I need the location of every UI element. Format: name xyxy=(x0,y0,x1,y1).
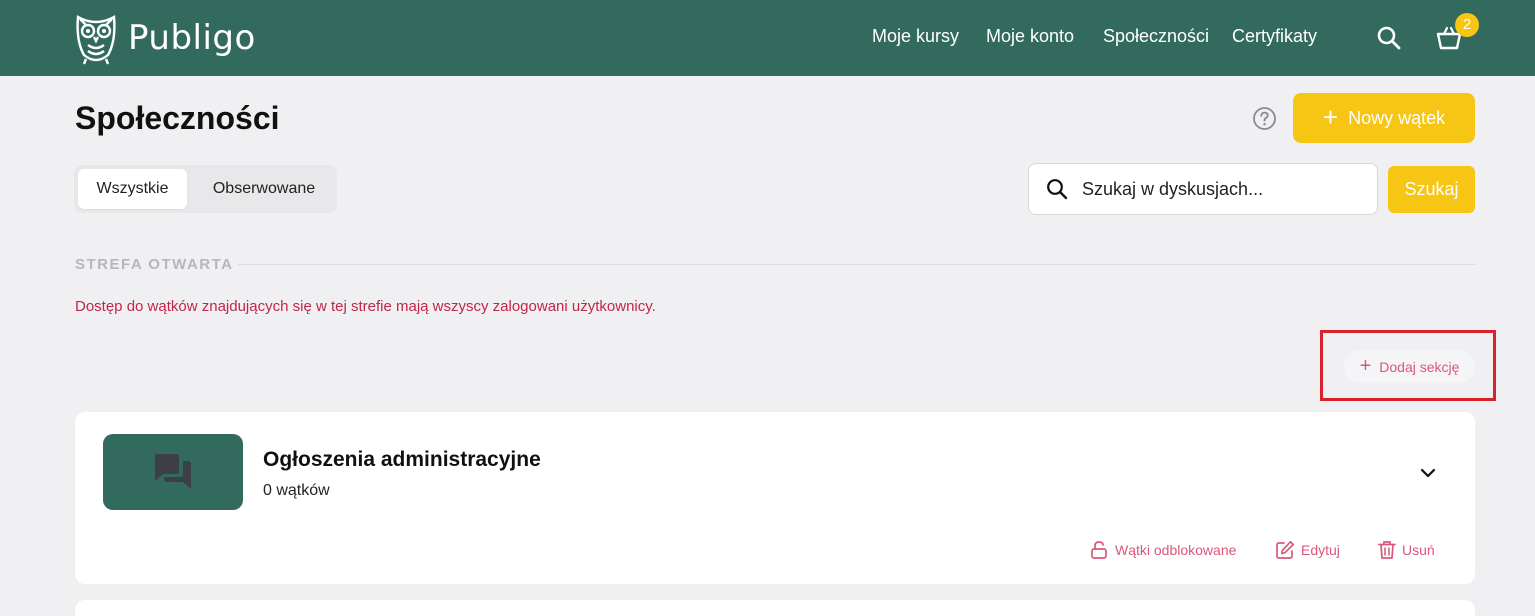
chevron-down-icon[interactable] xyxy=(1419,464,1437,482)
unlocked-threads-label: Wątki odblokowane xyxy=(1115,542,1237,558)
brand-logo[interactable]: Publigo xyxy=(74,10,255,66)
edit-label: Edytuj xyxy=(1301,542,1340,558)
cart-count-badge: 2 xyxy=(1455,13,1479,37)
tab-obserwowane[interactable]: Obserwowane xyxy=(194,169,334,209)
zone-description: Dostęp do wątków znajdujących się w tej … xyxy=(75,298,656,315)
owl-logo-icon xyxy=(76,15,116,65)
nav-item-moje-kursy[interactable]: Moje kursy xyxy=(872,26,959,47)
zone-title: STREFA OTWARTA xyxy=(75,256,234,273)
page-title: Społeczności xyxy=(75,100,280,136)
nav-item-spolecznosci[interactable]: Społeczności xyxy=(1103,26,1209,47)
help-icon[interactable] xyxy=(1252,106,1277,131)
add-section-label: Dodaj sekcję xyxy=(1379,358,1460,375)
unlock-icon xyxy=(1091,541,1107,559)
zone-divider xyxy=(238,264,1475,265)
plus-icon: + xyxy=(1322,102,1339,132)
section-card-next xyxy=(75,600,1475,616)
plus-icon: + xyxy=(1359,354,1372,377)
discussion-search xyxy=(1028,163,1378,215)
search-icon xyxy=(1047,179,1068,200)
search-icon[interactable] xyxy=(1376,25,1402,51)
edit-icon xyxy=(1276,540,1295,559)
nav-item-certyfikaty[interactable]: Certyfikaty xyxy=(1232,26,1317,47)
tab-wszystkie[interactable]: Wszystkie xyxy=(78,169,187,209)
top-navigation-bar: Publigo Moje kursy Moje konto Społecznoś… xyxy=(0,0,1535,76)
filter-tabs: Wszystkie Obserwowane xyxy=(74,165,337,213)
section-card: Ogłoszenia administracyjne 0 wątków Wątk… xyxy=(75,412,1475,584)
edit-section-button[interactable]: Edytuj xyxy=(1275,540,1340,560)
new-thread-button[interactable]: + Nowy wątek xyxy=(1293,93,1475,143)
brand-name: Publigo xyxy=(128,18,256,58)
unlocked-threads-toggle[interactable]: Wątki odblokowane xyxy=(1089,540,1236,560)
section-thumbnail xyxy=(103,434,243,510)
new-thread-label: Nowy wątek xyxy=(1348,107,1446,128)
add-section-button[interactable]: + Dodaj sekcję xyxy=(1344,350,1475,383)
search-input[interactable] xyxy=(1082,178,1352,200)
forum-icon xyxy=(155,454,191,489)
nav-item-moje-konto[interactable]: Moje konto xyxy=(986,26,1074,47)
section-title[interactable]: Ogłoszenia administracyjne xyxy=(263,448,541,472)
delete-label: Usuń xyxy=(1402,542,1435,558)
delete-section-button[interactable]: Usuń xyxy=(1378,540,1435,560)
thread-count: 0 wątków xyxy=(263,482,330,499)
trash-icon xyxy=(1378,541,1396,559)
search-button[interactable]: Szukaj xyxy=(1388,166,1475,213)
